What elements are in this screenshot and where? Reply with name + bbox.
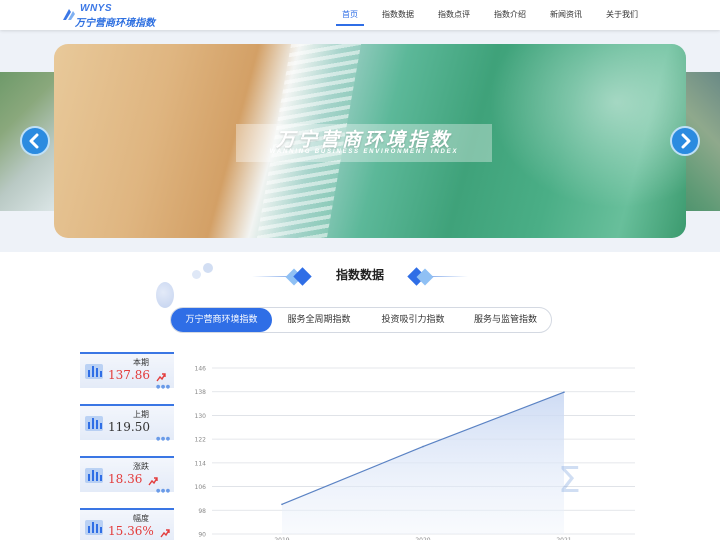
- section-title: 指数数据: [335, 268, 384, 282]
- y-tick-label: 146: [195, 366, 207, 373]
- tab-investment-index[interactable]: 投资吸引力指数: [366, 308, 460, 332]
- sigma-watermark-icon: Σ: [558, 460, 581, 501]
- data-point[interactable]: [563, 391, 565, 393]
- card-dots-decoration: ●●●: [156, 488, 171, 494]
- index-trend-chart: 9098106114122130138146201920202021: [195, 366, 635, 540]
- index-tabs: 万宁营商环境指数 服务全周期指数 投资吸引力指数 服务与监管指数: [170, 307, 552, 333]
- bar-chart-icon: [85, 520, 103, 535]
- bar-chart-icon: [85, 364, 103, 379]
- site-logo[interactable]: WNYS 万宁营商环境指数: [60, 2, 170, 29]
- stat-label: 上期: [133, 410, 149, 419]
- nav-item-index-intro[interactable]: 指数介绍: [482, 0, 538, 30]
- carousel-next-button[interactable]: [670, 126, 700, 156]
- stat-value: 137.86: [108, 368, 150, 382]
- bar-chart-icon: [85, 416, 103, 431]
- banner-title-box: 万宁营商环境指数 WANNING BUSINESS ENVIRONMENT IN…: [236, 124, 492, 162]
- chevron-right-icon: [681, 133, 691, 149]
- nav-item-index-data[interactable]: 指数数据: [370, 0, 426, 30]
- banner-title: 万宁营商环境指数: [275, 129, 452, 151]
- stat-label: 幅度: [133, 514, 149, 523]
- stat-value: 119.50: [108, 420, 150, 434]
- stat-card-previous: 上期 119.50 ●●●: [80, 404, 174, 442]
- nav-item-home[interactable]: 首页: [330, 0, 370, 30]
- banner-subtitle: WANNING BUSINESS ENVIRONMENT INDEX: [269, 149, 459, 155]
- y-tick-label: 106: [195, 484, 207, 491]
- y-tick-label: 90: [198, 532, 206, 539]
- stat-card-change: 涨跌 18.36 ●●●: [80, 456, 174, 494]
- nav-item-news[interactable]: 新闻资讯: [538, 0, 594, 30]
- trend-up-icon: [148, 477, 158, 486]
- stat-card-current: 本期 137.86 ●●●: [80, 352, 174, 390]
- banner-carousel: 万宁营商环境指数 WANNING BUSINESS ENVIRONMENT IN…: [0, 30, 720, 252]
- y-tick-label: 138: [195, 389, 207, 396]
- stat-label: 涨跌: [133, 462, 149, 471]
- y-tick-label: 122: [195, 437, 207, 444]
- trend-up-icon: [156, 373, 166, 382]
- card-dots-decoration: ●●●: [156, 384, 171, 390]
- main-nav: 首页 指数数据 指数点评 指数介绍 新闻资讯 关于我们: [330, 0, 650, 30]
- chevron-left-icon: [29, 133, 39, 149]
- y-tick-label: 130: [195, 413, 207, 420]
- stat-value: 18.36: [108, 472, 143, 486]
- site-header: WNYS 万宁营商环境指数 首页 指数数据 指数点评 指数介绍 新闻资讯 关于我…: [0, 0, 720, 30]
- decorative-bubble: [156, 282, 174, 308]
- trend-up-icon: [160, 529, 170, 538]
- logo-text-en: WNYS: [80, 3, 112, 14]
- tab-wanning-index[interactable]: 万宁营商环境指数: [171, 308, 272, 332]
- data-point[interactable]: [281, 503, 283, 506]
- y-tick-label: 114: [195, 460, 207, 467]
- logo-text-cn: 万宁营商环境指数: [75, 18, 155, 29]
- carousel-slide-image[interactable]: 万宁营商环境指数 WANNING BUSINESS ENVIRONMENT IN…: [54, 44, 686, 238]
- nav-item-about[interactable]: 关于我们: [594, 0, 650, 30]
- data-point[interactable]: [422, 445, 424, 448]
- nav-item-index-review[interactable]: 指数点评: [426, 0, 482, 30]
- title-decoration-line: [432, 276, 468, 277]
- stat-card-percent: 幅度15.36%●●●: [80, 508, 174, 540]
- stat-value: 15.36%: [108, 524, 154, 538]
- tab-service-regulation-index[interactable]: 服务与监管指数: [460, 308, 551, 332]
- tab-full-cycle-index[interactable]: 服务全周期指数: [272, 308, 366, 332]
- stat-label: 本期: [133, 358, 149, 367]
- carousel-prev-button[interactable]: [20, 126, 50, 156]
- y-tick-label: 98: [198, 508, 206, 515]
- bar-chart-icon: [85, 468, 103, 483]
- card-dots-decoration: ●●●: [156, 436, 171, 442]
